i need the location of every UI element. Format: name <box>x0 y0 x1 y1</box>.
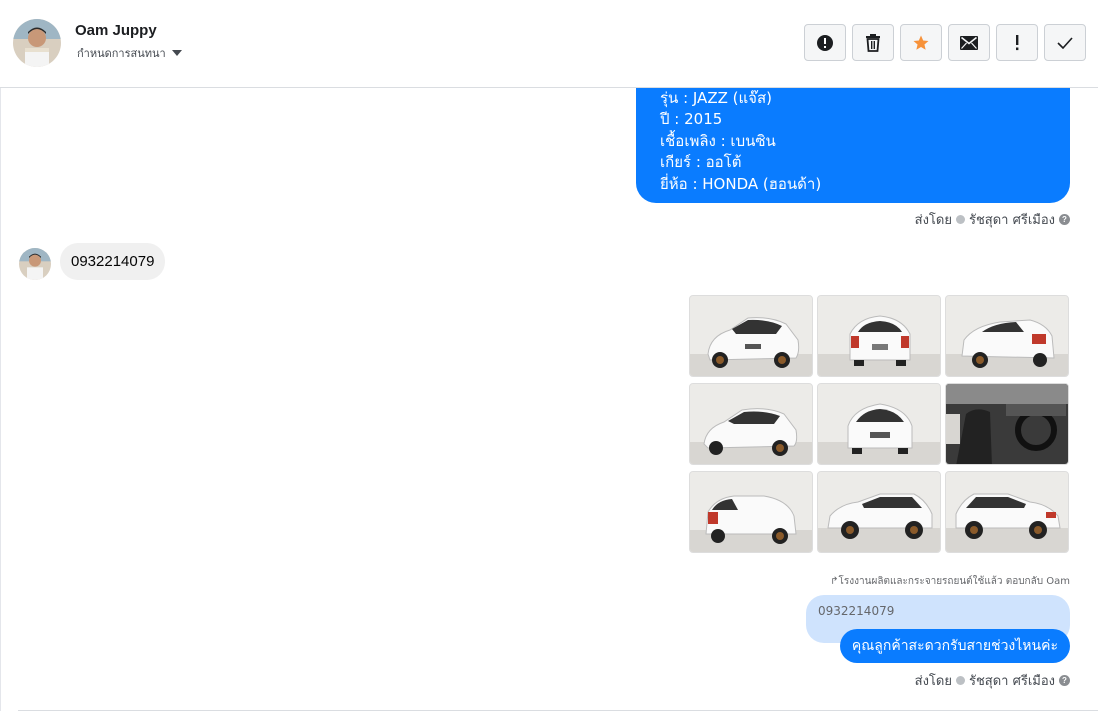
check-icon <box>1057 36 1073 49</box>
star-icon <box>913 35 929 50</box>
contact-avatar[interactable] <box>13 19 61 67</box>
star-button[interactable] <box>900 24 942 61</box>
delete-button[interactable] <box>852 24 894 61</box>
mail-button[interactable] <box>948 24 990 61</box>
agent-avatar-icon <box>955 676 965 685</box>
exclamation-icon <box>1016 34 1019 50</box>
car-photo[interactable] <box>945 295 1069 377</box>
car-info-line: รุ่น : JAZZ (แจ๊ส) <box>660 89 772 107</box>
sent-by-name[interactable]: รัชสุดา ศรีเมือง <box>969 209 1055 230</box>
report-button[interactable] <box>804 24 846 61</box>
car-photo[interactable] <box>689 295 813 377</box>
trash-icon <box>866 33 880 52</box>
car-photo[interactable] <box>689 471 813 553</box>
car-photo[interactable] <box>817 295 941 377</box>
outgoing-message-reply[interactable]: คุณลูกค้าสะดวกรับสายช่วงไหนค่ะ <box>839 629 1070 663</box>
sent-by-info: ส่งโดย รัชสุดา ศรีเมือง ? <box>915 209 1070 230</box>
car-photo[interactable] <box>945 383 1069 465</box>
car-info-line: ปี : 2015 <box>660 110 723 129</box>
help-icon[interactable]: ? <box>1059 675 1070 686</box>
sent-by-info: ส่งโดย รัชสุดา ศรีเมือง ? <box>915 670 1070 691</box>
car-photo[interactable] <box>817 471 941 553</box>
car-info-line: เชื้อเพลิง : เบนซิน <box>660 131 776 150</box>
car-photo[interactable] <box>689 383 813 465</box>
message-thread[interactable]: รุ่น : JAZZ (แจ๊ส) ปี : 2015 เชื้อเพลิง … <box>0 88 1098 711</box>
done-button[interactable] <box>1044 24 1086 61</box>
reply-note-text: โรงงานผลิตและกระจายรถยนต์ใช้แล้ว ตอบกลับ… <box>838 576 1070 587</box>
car-photo[interactable] <box>817 383 941 465</box>
sent-by-name[interactable]: รัชสุดา ศรีเมือง <box>969 670 1055 691</box>
agent-avatar-icon <box>955 215 965 224</box>
alert-circle-icon <box>817 34 833 51</box>
conversation-toolbar <box>804 24 1086 61</box>
sent-by-label: ส่งโดย <box>914 213 952 228</box>
car-info-line: เกียร์ : ออโต้ <box>660 153 742 172</box>
help-icon[interactable]: ? <box>1059 214 1070 225</box>
conversation-settings-label: กำหนดการสนทนา <box>77 47 166 60</box>
car-info-line: ยี่ห้อ : HONDA (ฮอนด้า) <box>660 174 822 193</box>
car-photo-grid <box>689 295 1069 553</box>
contact-name[interactable]: Oam Juppy <box>75 22 157 39</box>
conversation-settings-dropdown[interactable]: กำหนดการสนทนา <box>77 44 182 62</box>
conversation-header: Oam Juppy กำหนดการสนทนา <box>0 0 1098 88</box>
divider <box>0 88 1 711</box>
outgoing-message-car-info[interactable]: รุ่น : JAZZ (แจ๊ส) ปี : 2015 เชื้อเพลิง … <box>636 88 1070 203</box>
caret-down-icon <box>171 50 182 56</box>
sent-by-label: ส่งโดย <box>914 674 952 689</box>
car-photo[interactable] <box>945 471 1069 553</box>
customer-avatar[interactable] <box>19 248 51 280</box>
envelope-icon <box>960 35 978 50</box>
important-button[interactable] <box>996 24 1038 61</box>
reply-arrow-icon: ↱ <box>830 576 839 587</box>
incoming-message-phone[interactable]: 0932214079 <box>60 243 166 280</box>
reply-context-note: ↱โรงงานผลิตและกระจายรถยนต์ใช้แล้ว ตอบกลั… <box>830 574 1070 589</box>
